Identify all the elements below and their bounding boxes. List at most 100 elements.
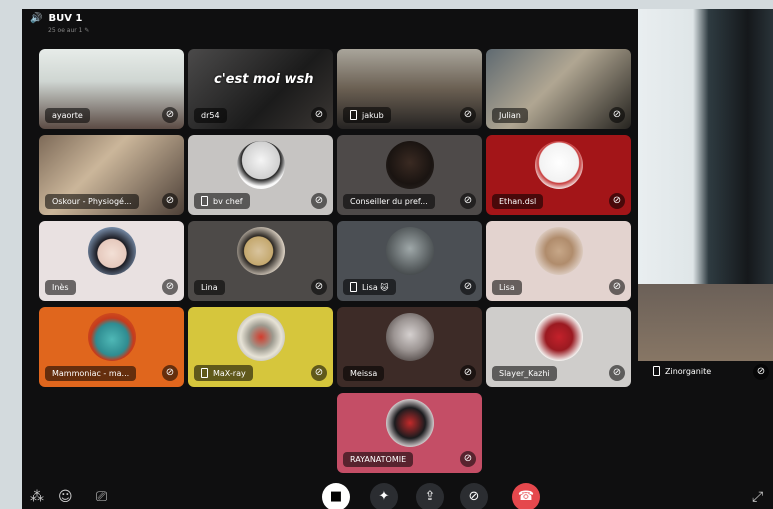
participant-tile[interactable]: dr54 ⊘ — [188, 49, 333, 129]
mute-icon: ⊘ — [311, 107, 327, 123]
mute-icon: ⊘ — [460, 279, 476, 295]
participant-name: Meissa — [343, 366, 385, 381]
mobile-icon — [201, 196, 208, 206]
participant-name: Conseiller du pref... — [343, 194, 435, 209]
voice-call-window: 🔊 BUV 1 25 oe aur 1 ✎ ayaorte ⊘ dr54 ⊘ j… — [22, 9, 773, 509]
avatar — [534, 227, 583, 276]
participant-name-text: Lina — [201, 283, 218, 292]
participant-name: dr54 — [194, 108, 227, 123]
activities-button[interactable]: ✦ — [370, 483, 398, 509]
participant-tile[interactable]: Slayer_Kazhi ⊘ — [486, 307, 631, 387]
participant-name-text: Lisa — [499, 283, 515, 292]
emoji-icon[interactable]: ☺ — [58, 489, 73, 505]
participant-name-text: Meissa — [350, 369, 378, 378]
fullscreen-icon[interactable]: ⤢ — [752, 489, 763, 505]
participant-tile[interactable]: MaX-ray ⊘ — [188, 307, 333, 387]
participant-name-text: Mammoniac - ma... — [52, 369, 130, 378]
mute-icon: ⊘ — [311, 279, 327, 295]
mute-icon: ⊘ — [162, 193, 178, 209]
leave-call-button[interactable]: ☎ — [512, 483, 540, 509]
speaker-icon: 🔊 — [30, 13, 43, 24]
mute-icon: ⊘ — [162, 107, 178, 123]
avatar — [87, 313, 136, 362]
avatar — [236, 227, 285, 276]
mute-icon: ⊘ — [609, 107, 625, 123]
participant-tile[interactable]: bv chef ⊘ — [188, 135, 333, 215]
participant-name-text: Conseiller du pref... — [350, 197, 428, 206]
mute-icon: ⊘ — [609, 193, 625, 209]
mobile-icon — [201, 368, 208, 378]
mute-icon: ⊘ — [162, 279, 178, 295]
participant-tile[interactable]: Inès ⊘ — [39, 221, 184, 301]
mute-icon: ⊘ — [460, 107, 476, 123]
mute-icon: ⊘ — [460, 193, 476, 209]
channel-title: BUV 1 — [48, 13, 83, 24]
avatar — [385, 141, 434, 190]
channel-header: 🔊 BUV 1 25 oe aur 1 ✎ — [30, 13, 89, 34]
channel-title-row: 🔊 BUV 1 — [30, 13, 89, 24]
mute-icon: ⊘ — [460, 365, 476, 381]
participant-tile[interactable]: Meissa ⊘ — [337, 307, 482, 387]
mute-icon: ⊘ — [311, 193, 327, 209]
participant-name-text: Julian — [499, 111, 521, 120]
participant-name-text: Oskour - Physiogé... — [52, 197, 132, 206]
participant-name: Inès — [45, 280, 76, 295]
participant-name: Zinorganite — [646, 363, 718, 379]
soundboard-icon[interactable]: ⁂ — [30, 489, 44, 505]
activity-icon[interactable]: ⎚ — [96, 489, 107, 505]
participant-tile[interactable]: Mammoniac - ma... ⊘ — [39, 307, 184, 387]
participant-tile[interactable]: Conseiller du pref... ⊘ — [337, 135, 482, 215]
participant-tile[interactable]: Lisa 🐱 ⊘ — [337, 221, 482, 301]
participant-tile[interactable]: jakub ⊘ — [337, 49, 482, 129]
participant-name-text: MaX-ray — [213, 368, 246, 378]
avatar — [534, 141, 583, 190]
channel-subtitle: 25 oe aur 1 ✎ — [48, 27, 90, 34]
participant-tile[interactable]: ayaorte ⊘ — [39, 49, 184, 129]
participant-name: Oskour - Physiogé... — [45, 194, 139, 209]
participant-tile[interactable]: Ethan.dsl ⊘ — [486, 135, 631, 215]
screenshare-button[interactable]: ⇪ — [416, 483, 444, 509]
avatar — [87, 227, 136, 276]
avatar — [236, 141, 285, 190]
mute-icon: ⊘ — [609, 279, 625, 295]
participant-name: Ethan.dsl — [492, 194, 544, 209]
mute-icon: ⊘ — [162, 365, 178, 381]
avatar — [236, 313, 285, 362]
participant-name: Mammoniac - ma... — [45, 366, 137, 381]
participant-name-text: ayaorte — [52, 111, 83, 120]
camera-button[interactable]: ■ — [322, 483, 350, 509]
participant-name-text: Zinorganite — [665, 366, 712, 376]
mobile-icon — [653, 366, 660, 376]
participant-tile[interactable]: RAYANATOMIE ⊘ — [337, 393, 482, 473]
avatar — [385, 227, 434, 276]
overlay-caption: c'est moi wsh — [214, 72, 314, 87]
participant-name-text: Lisa 🐱 — [362, 282, 389, 292]
mute-button[interactable]: ⊘ — [460, 483, 488, 509]
mute-icon: ⊘ — [753, 364, 769, 380]
participant-name: Lina — [194, 280, 225, 295]
mute-icon: ⊘ — [609, 365, 625, 381]
participant-tile[interactable]: Lina ⊘ — [188, 221, 333, 301]
avatar — [534, 313, 583, 362]
participant-video[interactable] — [638, 9, 773, 374]
participant-name: Lisa — [492, 280, 522, 295]
participant-name: bv chef — [194, 193, 250, 209]
participant-name: ayaorte — [45, 108, 90, 123]
mobile-icon — [350, 110, 357, 120]
participant-tile[interactable]: Oskour - Physiogé... ⊘ — [39, 135, 184, 215]
mute-icon: ⊘ — [311, 365, 327, 381]
avatar — [385, 399, 434, 448]
participant-name-text: bv chef — [213, 196, 243, 206]
participant-name: jakub — [343, 107, 391, 123]
participant-name: RAYANATOMIE — [343, 452, 414, 467]
participant-name-text: dr54 — [201, 111, 220, 120]
participant-tile[interactable]: Lisa ⊘ — [486, 221, 631, 301]
participant-name: Lisa 🐱 — [343, 279, 396, 295]
participant-tile[interactable]: Julian ⊘ — [486, 49, 631, 129]
mute-icon: ⊘ — [460, 451, 476, 467]
mobile-icon — [350, 282, 357, 292]
participant-name-text: jakub — [362, 110, 384, 120]
participant-name-text: RAYANATOMIE — [350, 455, 407, 464]
participant-name: MaX-ray — [194, 365, 253, 381]
side-participant-label: Zinorganite ⊘ — [638, 361, 773, 383]
